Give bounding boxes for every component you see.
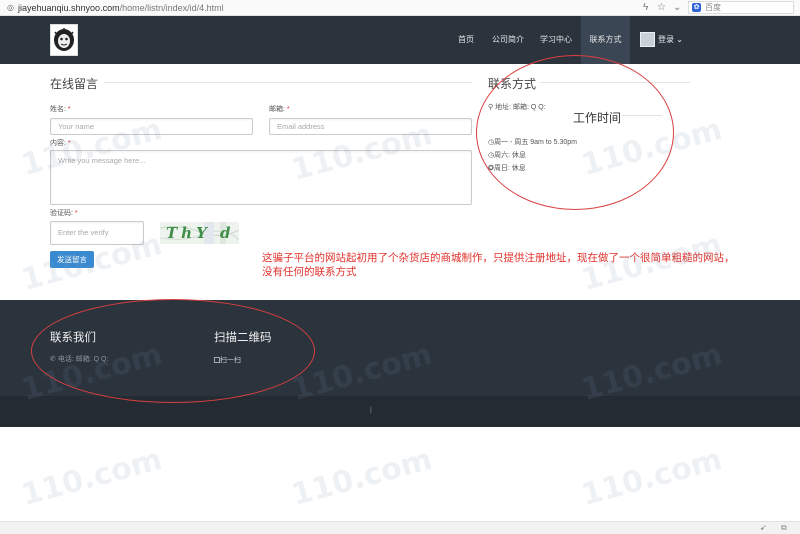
nav-home-label: 首页 <box>458 35 474 44</box>
nav-learning[interactable]: 学习中心 <box>533 16 579 64</box>
qr-title: 扫描二维码 <box>214 332 272 344</box>
page-info-icon[interactable]: ◎ <box>7 3 14 12</box>
search-box[interactable]: ✿ 百度 <box>688 1 794 14</box>
captcha-image[interactable]: ThY d <box>160 222 239 244</box>
rocket-icon[interactable]: ➹ <box>760 523 767 532</box>
watermark-text: 110.com <box>287 442 436 513</box>
nav-company-label: 公司简介 <box>492 35 524 44</box>
search-placeholder: 百度 <box>705 3 721 12</box>
avatar <box>640 32 655 48</box>
address-line: ⚲ 地址: 邮箱: Q Q: <box>488 102 546 112</box>
url-path: /home/listn/index/id/4.html <box>119 3 224 13</box>
email-label: 邮箱: * <box>269 104 290 114</box>
browser-address-bar[interactable]: ◎ jiayehuanqiu.shnyoo.com/home/listn/ind… <box>0 0 800 16</box>
nav-home[interactable]: 首页 <box>448 16 484 64</box>
site-logo[interactable] <box>50 24 78 56</box>
captcha-label: 验证码: * <box>50 208 78 218</box>
hours-saturday-text: 周六: 休息 <box>494 152 526 159</box>
address-text: 地址: 邮箱: Q Q: <box>495 104 546 111</box>
required-mark: * <box>286 106 290 113</box>
content-label-text: 内容: <box>50 140 66 147</box>
content-label: 内容: * <box>50 138 71 148</box>
qr-image-broken: 扫一扫 <box>214 355 241 365</box>
annotation-text: 这骗子平台的网站起初用了个杂货店的商城制作，只提供注册地址，现在做了一个很简单粗… <box>262 252 735 278</box>
name-input[interactable]: Your name <box>50 118 253 135</box>
watermark-text: 110.com <box>577 442 726 513</box>
footer-separator: | <box>370 407 372 414</box>
watermark-text: 110.com <box>17 442 166 513</box>
nav-contact-label: 联系方式 <box>589 35 622 44</box>
message-textarea[interactable]: Write you message here... <box>50 150 472 205</box>
phone-icon: ✆ <box>50 356 56 363</box>
login-menu[interactable]: 登录 ⌄ <box>640 32 683 48</box>
window-icon[interactable]: ⧉ <box>781 523 787 533</box>
hours-sunday-text: 周日: 休息 <box>493 165 526 172</box>
map-marker-icon: ⚲ <box>488 104 494 111</box>
qr-alt-text: 扫一扫 <box>220 357 241 364</box>
nav-learning-label: 学习中心 <box>540 35 572 44</box>
footer-contact-title: 联系我们 <box>50 332 96 344</box>
star-icon[interactable]: ☆ <box>657 2 666 13</box>
submit-button[interactable]: 发送留言 <box>50 251 94 268</box>
name-label: 姓名: * <box>50 104 71 114</box>
captcha-label-text: 验证码: <box>50 210 73 217</box>
required-mark: * <box>74 210 78 217</box>
footer-bottom-bar: | <box>0 396 800 427</box>
url-text[interactable]: jiayehuanqiu.shnyoo.com/home/listn/index… <box>18 3 224 13</box>
url-host: jiayehuanqiu.shnyoo.com <box>18 3 120 13</box>
nav-company[interactable]: 公司简介 <box>486 16 530 64</box>
login-label: 登录 <box>658 35 674 44</box>
divider <box>104 82 472 83</box>
chevron-down-icon[interactable]: ⌄ <box>673 2 681 13</box>
hours-weekday-text: 周一 - 周五 9am to 5.30pm <box>494 139 577 146</box>
hours-weekday: ◷周一 - 周五 9am to 5.30pm <box>488 137 577 147</box>
site-footer: 联系我们 ✆ 电话: 邮箱: Q Q: 扫描二维码 扫一扫 <box>0 300 800 396</box>
watermark: 110.com <box>288 442 436 513</box>
name-label-text: 姓名: <box>50 106 66 113</box>
email-input[interactable]: Email address <box>269 118 472 135</box>
watermark: 110.com <box>578 442 726 513</box>
divider <box>622 115 662 116</box>
message-section-title: 在线留言 <box>50 77 99 91</box>
watermark: 110.com <box>18 442 166 513</box>
hours-sunday: ✪周日: 休息 <box>488 163 526 173</box>
required-mark: * <box>67 106 71 113</box>
footer-contact-info: ✆ 电话: 邮箱: Q Q: <box>50 354 108 364</box>
work-time-title: 工作时间 <box>573 111 622 125</box>
captcha-text: ThY d <box>166 224 235 242</box>
divider <box>540 82 690 83</box>
lightning-icon[interactable]: ϟ <box>643 2 648 13</box>
nav-contact[interactable]: 联系方式 <box>581 16 630 64</box>
site-header: 首页 公司简介 学习中心 联系方式 登录 ⌄ <box>0 16 800 64</box>
hours-saturday: ◷周六: 休息 <box>488 150 526 160</box>
contact-section-title: 联系方式 <box>488 77 537 91</box>
required-mark: * <box>67 140 71 147</box>
captcha-input[interactable]: Enter the verify <box>50 221 144 245</box>
browser-status-bar: ➹ ⧉ <box>0 521 800 534</box>
footer-contact-text: 电话: 邮箱: Q Q: <box>57 356 109 363</box>
email-label-text: 邮箱: <box>269 106 285 113</box>
chevron-down-icon: ⌄ <box>676 35 683 44</box>
baidu-icon: ✿ <box>692 3 701 12</box>
